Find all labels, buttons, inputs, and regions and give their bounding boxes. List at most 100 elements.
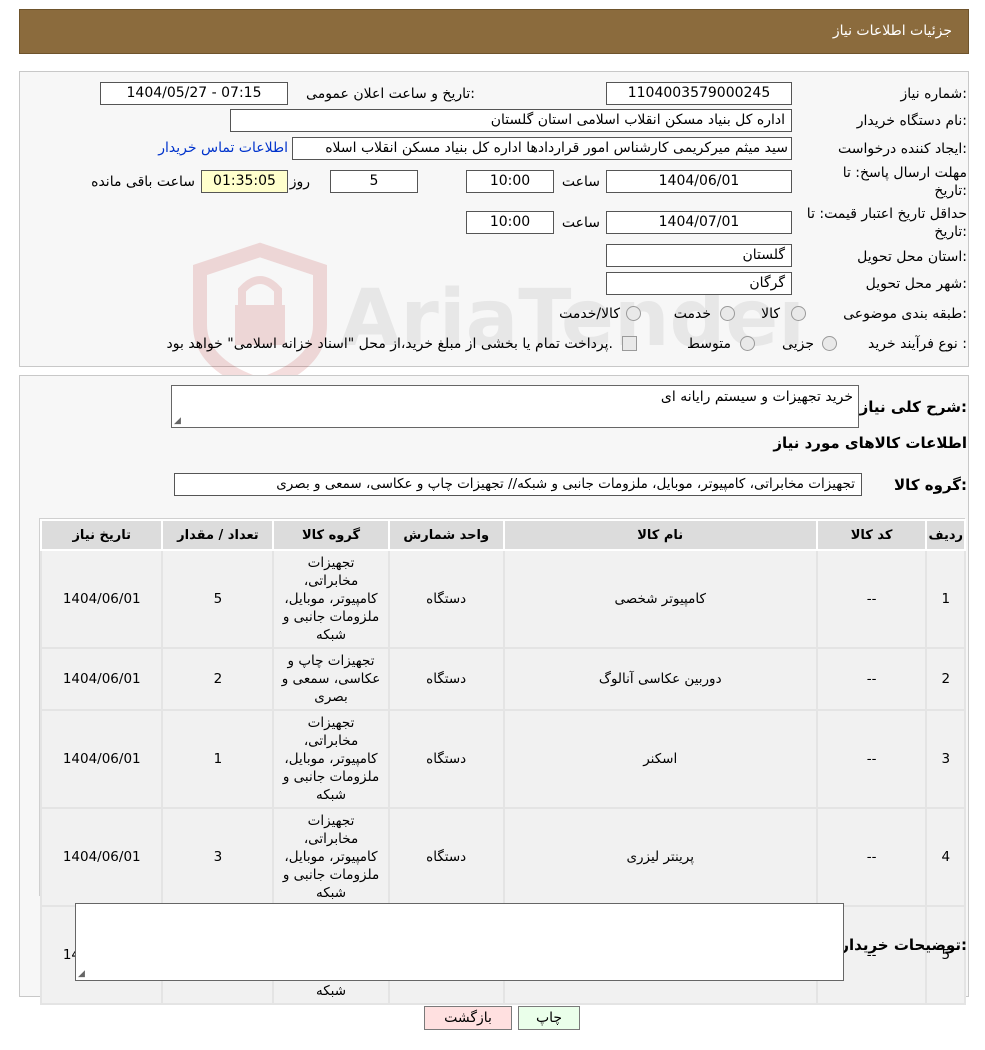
cell-row-number: 1 — [925, 549, 966, 649]
cell-code: -- — [815, 807, 928, 907]
category-service-label: خدمت — [673, 306, 711, 322]
group-label: گروه کالا: — [894, 476, 967, 494]
category-service-radio[interactable] — [720, 306, 735, 321]
purchase-type-label: نوع فرآیند خرید : — [868, 336, 967, 352]
cell-qty: 3 — [161, 807, 275, 907]
purchase-medium-radio[interactable] — [740, 336, 755, 351]
delivery-city-field: گرگان — [606, 272, 792, 295]
need-number-label: شماره نیاز: — [900, 86, 967, 102]
cell-name: دوربین عکاسی آنالوگ — [502, 647, 818, 711]
summary-textarea: خرید تجهیزات و سیستم رایانه ای ◢ — [171, 385, 859, 428]
requester-field: سید میثم میرکریمی کارشناس امور قراردادها… — [292, 137, 792, 160]
col-header-row-number: ردیف — [925, 519, 966, 551]
cell-date: 1404/06/01 — [39, 709, 164, 809]
category-goods-service-radio[interactable] — [626, 306, 641, 321]
group-field: تجهیزات مخابراتی، کامپیوتر، موبایل، ملزو… — [174, 473, 862, 496]
cell-row-number: 3 — [925, 709, 966, 809]
col-header-qty: تعداد / مقدار — [161, 519, 275, 551]
cell-code: -- — [815, 647, 928, 711]
resize-grip-icon: ◢ — [78, 969, 85, 979]
items-section-title: اطلاعات کالاهای مورد نیاز — [773, 434, 967, 452]
price-validity-time: 10:00 — [466, 211, 554, 234]
cell-group: تجهیزات مخابراتی، کامپیوتر، موبایل، ملزو… — [272, 549, 390, 649]
cell-code: -- — [815, 549, 928, 649]
announce-datetime-label: تاریخ و ساعت اعلان عمومی: — [306, 86, 475, 102]
buyer-org-label: نام دستگاه خریدار: — [856, 113, 967, 129]
buyer-notes-label: توضیحات خریدار: — [840, 936, 967, 954]
requester-label: ایجاد کننده درخواست: — [838, 141, 967, 157]
announce-datetime-field: 1404/05/27 - 07:15 — [100, 82, 288, 105]
cell-row-number: 4 — [925, 807, 966, 907]
delivery-province-field: گلستان — [606, 244, 792, 267]
table-row: 4 -- پرینتر لیزری دستگاه تجهیزات مخابرات… — [39, 807, 966, 907]
cell-unit: دستگاه — [387, 709, 505, 809]
treasury-note: پرداخت تمام یا بخشی از مبلغ خرید،از محل … — [166, 336, 613, 352]
purchase-medium-label: متوسط — [687, 336, 731, 352]
purchase-minor-label: جزیی — [782, 336, 814, 352]
col-header-name: نام کالا — [502, 519, 818, 551]
table-row: 1 -- کامپیوتر شخصی دستگاه تجهیزات مخابرا… — [39, 549, 966, 649]
resize-grip-icon: ◢ — [174, 416, 181, 426]
cell-row-number: 2 — [925, 647, 966, 711]
items-table-wrap: ردیف کد کالا نام کالا واحد شمارش گروه کا… — [39, 518, 966, 1005]
cell-group-text: تجهیزات مخابراتی، کامپیوتر، موبایل، ملزو… — [282, 715, 380, 803]
reply-deadline-date: 1404/06/01 — [606, 170, 792, 193]
price-validity-label: حداقل تاریخ اعتبار قیمت: تا — [806, 206, 967, 222]
table-row: 3 -- اسکنر دستگاه تجهیزات مخابراتی، کامپ… — [39, 709, 966, 809]
reply-deadline-time: 10:00 — [466, 170, 554, 193]
cell-qty: 1 — [161, 709, 275, 809]
need-number-field: 1104003579000245 — [606, 82, 792, 105]
summary-label: شرح کلی نیاز: — [859, 398, 967, 416]
reply-deadline-label-2: تاریخ: — [934, 183, 967, 199]
treasury-checkbox[interactable] — [622, 336, 637, 351]
cell-group: تجهیزات چاپ و عکاسی، سمعی و بصری — [272, 647, 390, 711]
reply-deadline-label: مهلت ارسال پاسخ: تا — [842, 165, 967, 181]
buyer-org-field: اداره کل بنیاد مسکن انقلاب اسلامی استان … — [230, 109, 792, 132]
delivery-province-label: استان محل تحویل: — [857, 249, 967, 265]
cell-group-text: تجهیزات چاپ و عکاسی، سمعی و بصری — [281, 653, 381, 705]
cell-group: تجهیزات مخابراتی، کامپیوتر، موبایل، ملزو… — [272, 709, 390, 809]
table-header-row: ردیف کد کالا نام کالا واحد شمارش گروه کا… — [39, 519, 966, 551]
cell-date: 1404/06/01 — [39, 647, 164, 711]
col-header-unit: واحد شمارش — [387, 519, 505, 551]
print-button[interactable]: چاپ — [518, 1006, 580, 1030]
category-goods-label: کالا — [761, 306, 780, 322]
cell-qty: 2 — [161, 647, 275, 711]
cell-date: 1404/06/01 — [39, 549, 164, 649]
cell-name: پرینتر لیزری — [502, 807, 818, 907]
category-label: طبقه بندی موضوعی: — [843, 306, 967, 322]
page-header: جزئیات اطلاعات نیاز — [19, 9, 969, 54]
back-button[interactable]: بازگشت — [424, 1006, 512, 1030]
cell-group-text: تجهیزات مخابراتی، کامپیوتر، موبایل، ملزو… — [282, 555, 380, 643]
cell-group: تجهیزات مخابراتی، کامپیوتر، موبایل، ملزو… — [272, 807, 390, 907]
buyer-contact-link[interactable]: اطلاعات تماس خریدار — [158, 140, 288, 156]
cell-qty: 5 — [161, 549, 275, 649]
remaining-label: ساعت باقی مانده — [91, 174, 195, 190]
cell-name: اسکنر — [502, 709, 818, 809]
cell-unit: دستگاه — [387, 549, 505, 649]
purchase-minor-radio[interactable] — [822, 336, 837, 351]
cell-unit: دستگاه — [387, 807, 505, 907]
cell-date: 1404/06/01 — [39, 807, 164, 907]
col-header-date: تاریخ نیاز — [39, 519, 164, 551]
buyer-notes-textarea: ◢ — [75, 903, 844, 981]
price-validity-date: 1404/07/01 — [606, 211, 792, 234]
cell-code: -- — [815, 709, 928, 809]
cell-unit: دستگاه — [387, 647, 505, 711]
cell-group-text: تجهیزات مخابراتی، کامپیوتر، موبایل، ملزو… — [282, 813, 380, 901]
cell-row-number: 5 — [925, 905, 966, 1005]
delivery-city-label: شهر محل تحویل: — [865, 276, 967, 292]
category-goods-service-label: کالا/خدمت — [559, 306, 620, 322]
remaining-days: 5 — [330, 170, 418, 193]
remaining-time: 01:35:05 — [201, 170, 288, 193]
col-header-group: گروه کالا — [272, 519, 390, 551]
validity-time-label: ساعت — [561, 215, 600, 231]
category-goods-radio[interactable] — [791, 306, 806, 321]
col-header-code: کد کالا — [815, 519, 928, 551]
price-validity-label-2: تاریخ: — [934, 224, 967, 240]
table-row: 2 -- دوربین عکاسی آنالوگ دستگاه تجهیزات … — [39, 647, 966, 711]
reply-time-label: ساعت — [561, 174, 600, 190]
summary-text: خرید تجهیزات و سیستم رایانه ای — [660, 389, 853, 405]
cell-name: کامپیوتر شخصی — [502, 549, 818, 649]
page-title: جزئیات اطلاعات نیاز — [832, 23, 952, 39]
